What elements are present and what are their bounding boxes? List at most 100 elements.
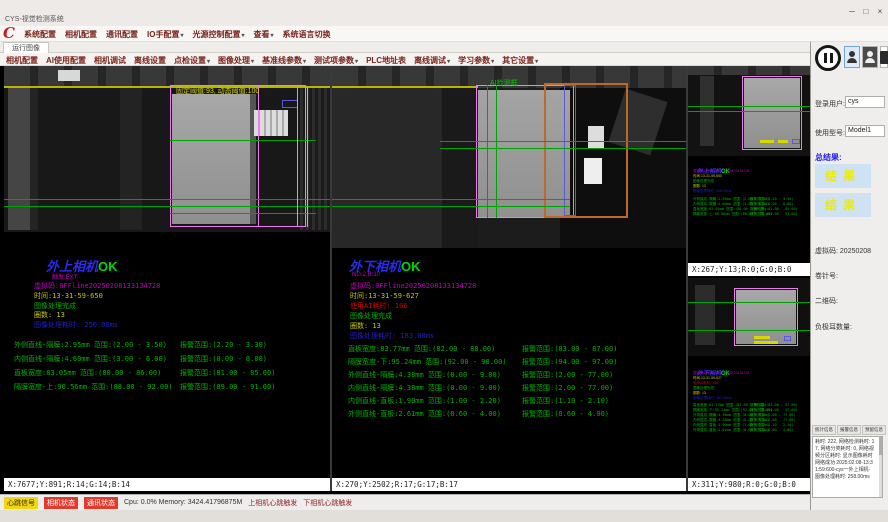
tool-camera-debug[interactable]: 相机调试 xyxy=(94,55,126,66)
chevron-down-icon: ▾ xyxy=(270,33,273,39)
pause-button[interactable] xyxy=(815,45,841,71)
chevron-down-icon: ▾ xyxy=(241,33,244,39)
comm-status-badge: 通讯状态 xyxy=(84,497,118,509)
user-icon xyxy=(867,51,873,57)
tool-learning-params[interactable]: 学习参数▾ xyxy=(458,55,494,66)
user-icon xyxy=(849,51,855,57)
tool-other-settings[interactable]: 其它设置▾ xyxy=(502,55,538,66)
mini-label-yellow xyxy=(754,336,770,339)
alarm-range: 报警范围:(83.00 - 87.00) xyxy=(522,344,617,354)
chevron-down-icon: ▾ xyxy=(207,59,210,65)
ai-detect-box xyxy=(544,83,628,218)
measure-row: 隔膜宽度-上:90.56mm 范围:(88.00 - 92.00) xyxy=(14,382,173,392)
status-ok: OK xyxy=(98,259,118,274)
tag-box-blue xyxy=(784,336,791,341)
alarm-range: 报警范围:(94.00 - 97.00) xyxy=(522,357,617,367)
mini-label-yellow xyxy=(778,140,788,143)
mini-bottom-pixel-coords: X:311;Y:980;R:0;G:0;B:0 xyxy=(688,478,810,491)
chevron-down-icon: ▾ xyxy=(251,59,254,65)
info-tabs: 统计信息 报警信息 预留信息 xyxy=(812,425,886,435)
bright-part xyxy=(58,70,80,81)
tool-ai-config[interactable]: AI使用配置 xyxy=(46,55,86,66)
qr-label: 二维码: xyxy=(815,296,838,306)
chevron-down-icon: ▾ xyxy=(180,33,183,39)
chevron-down-icon: ▾ xyxy=(303,59,306,65)
machine-region xyxy=(332,88,442,248)
menu-system-config[interactable]: 系统配置 xyxy=(24,29,56,40)
mini-alarm-range: 报警范围:(89.00 - 91.00) xyxy=(750,212,798,217)
tool-test-params[interactable]: 测试项参数▾ xyxy=(314,55,358,66)
center-ai-elapsed: 使用AI耗时: 166 xyxy=(350,301,408,311)
center-trigger-info: NG:2,B:10 xyxy=(352,272,380,278)
tool-camera-config[interactable]: 相机配置 xyxy=(6,55,38,66)
close-icon[interactable]: × xyxy=(874,6,886,17)
tool-offline-debug[interactable]: 离线调试▾ xyxy=(414,55,450,66)
menu-language-switch[interactable]: 系统语言切换 xyxy=(283,29,331,40)
left-camera-view[interactable]: 固定阈值:93, 动态阈值:100 xyxy=(4,66,330,232)
logout-door-icon xyxy=(880,51,888,64)
tool-offline-settings[interactable]: 离线设置 xyxy=(134,55,166,66)
menu-comm-config[interactable]: 通讯配置 xyxy=(106,29,138,40)
bottom-strip xyxy=(0,510,888,522)
measure-line xyxy=(170,140,316,141)
logout-button[interactable] xyxy=(880,46,888,68)
center-count: 圈数: 13 xyxy=(350,321,381,331)
mini-bottom-elapsed: 图像处理耗时: 183.00ms xyxy=(693,396,731,401)
bright-part xyxy=(588,126,604,148)
mini-label-yellow xyxy=(754,341,778,344)
edge-line-yellow xyxy=(307,86,308,227)
tab-reserved-info[interactable]: 预留信息 xyxy=(862,425,886,435)
tool-image-processing[interactable]: 图像处理▾ xyxy=(218,55,254,66)
app-window: CYS-视觉检测系统 ─ □ × C 系统配置 相机配置 通讯配置 IO手配置▾… xyxy=(0,0,888,522)
measure-line xyxy=(332,206,570,207)
total-result-label: 总结果: xyxy=(815,152,842,163)
center-camera-view[interactable]: AI检测框 xyxy=(332,66,686,248)
minimize-icon[interactable]: ─ xyxy=(846,6,858,17)
alarm-range: 报警范围:(2.20 - 3.30) xyxy=(180,340,267,350)
measure-line xyxy=(688,106,810,107)
center-elapsed: 图像处理耗时: 183.00ms xyxy=(350,331,434,341)
user-login-button[interactable] xyxy=(844,46,860,68)
machine-beam xyxy=(4,66,330,86)
model-field[interactable]: Model1 xyxy=(845,125,885,137)
tag-box-blue xyxy=(282,100,298,108)
menu-io-config[interactable]: IO手配置▾ xyxy=(147,29,183,40)
tab-alarm-info[interactable]: 报警信息 xyxy=(837,425,861,435)
tag-box-blue xyxy=(792,139,800,144)
user-switch-button[interactable] xyxy=(862,46,878,68)
machine-column xyxy=(695,285,715,345)
menu-light-config[interactable]: 光源控制配置▾ xyxy=(192,29,244,40)
alarm-range: 报警范围:(1.10 - 2.10) xyxy=(522,396,609,406)
roi-box-blue xyxy=(564,85,576,216)
left-elapsed: 图像处理耗时: 256.00ms xyxy=(34,320,118,330)
title-bar: CYS-视觉检测系统 ─ □ × xyxy=(0,0,888,26)
tab-run-image[interactable]: 运行图像 xyxy=(3,42,49,53)
alarm-range: 报警范围:(89.00 - 91.00) xyxy=(180,382,275,392)
measure-row: 直板宽度:83.05mm 范围:(80.00 - 86.00) xyxy=(14,368,161,378)
menu-view[interactable]: 查看▾ xyxy=(253,29,273,40)
measure-row: 内侧直线-直板:1.90mm 范围:(1.00 - 2.20) xyxy=(348,396,501,406)
heartbeat-badge: 心跳信号 xyxy=(4,497,38,509)
mini-top-camera-view[interactable] xyxy=(688,66,810,156)
machine-column xyxy=(120,88,142,230)
tool-spot-check[interactable]: 点检设置▾ xyxy=(174,55,210,66)
mini-top-pixel-coords: X:267;Y:13;R:0;G:0;B:0 xyxy=(688,263,810,276)
vcode-label: 虚拟码: 20250208 xyxy=(815,246,871,256)
log-box[interactable]: 耗时: 222, 网络检测耗时: 17, 网络分类耗时: 0, 网络视频分区耗时… xyxy=(812,436,883,498)
tool-plc-address[interactable]: PLC地址表 xyxy=(366,55,406,66)
tab-stats-info[interactable]: 统计信息 xyxy=(812,425,836,435)
menu-camera-config[interactable]: 相机配置 xyxy=(65,29,97,40)
log-scrollbar-thumb[interactable] xyxy=(879,437,882,455)
edge-line-yellow xyxy=(297,86,298,227)
measure-line xyxy=(4,206,330,207)
bright-part xyxy=(584,158,602,184)
tool-baseline-params[interactable]: 基准线参数▾ xyxy=(262,55,306,66)
measure-line xyxy=(688,302,810,303)
maximize-icon[interactable]: □ xyxy=(860,6,872,17)
login-user-field[interactable]: cys xyxy=(845,96,885,108)
measure-line xyxy=(688,330,810,331)
chevron-down-icon: ▾ xyxy=(355,59,358,65)
measure-line xyxy=(170,213,316,214)
mini-label-yellow xyxy=(760,140,774,143)
mini-bottom-camera-view[interactable] xyxy=(688,278,810,356)
